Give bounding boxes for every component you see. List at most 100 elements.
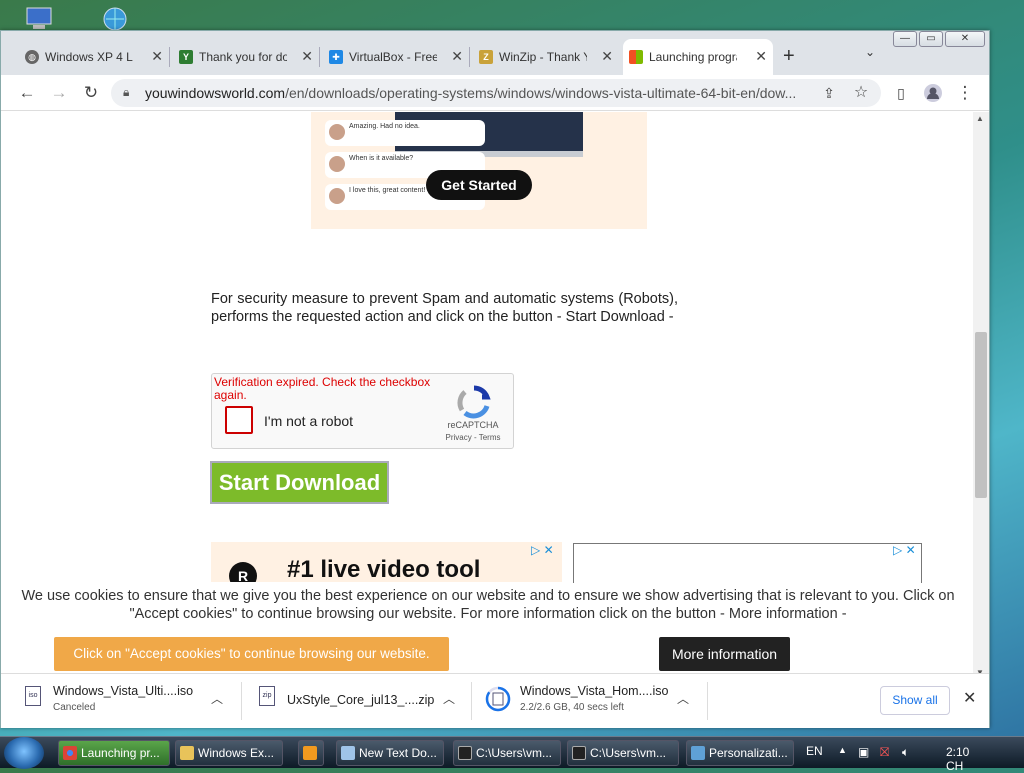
back-arrow-icon[interactable]: ← bbox=[15, 81, 39, 105]
side-panel-icon[interactable]: ▯ bbox=[889, 81, 913, 105]
ad-banner-bottom-left[interactable]: R #1 live video tool bbox=[211, 542, 562, 582]
download-item[interactable]: iso Windows_Vista_Ulti....iso Canceled ︿ bbox=[25, 674, 241, 729]
captcha-error: Verification expired. Check the checkbox… bbox=[214, 375, 431, 402]
lock-icon[interactable]: 🔒︎ bbox=[123, 85, 129, 100]
close-window-button[interactable]: ✕ bbox=[945, 31, 985, 47]
ad-banner-top[interactable]: Amazing. Had no idea. When is it availab… bbox=[311, 112, 647, 229]
tab-strip: ◍ Windows XP 4 Life ✕ Y Thank you for do… bbox=[1, 31, 989, 75]
divider bbox=[471, 682, 472, 720]
download-item[interactable]: Windows_Vista_Hom....iso 2.2/2.6 GB, 40 … bbox=[485, 674, 703, 729]
new-tab-button[interactable]: + bbox=[783, 45, 795, 68]
tab-separator bbox=[319, 47, 320, 67]
language-indicator[interactable]: EN bbox=[806, 744, 823, 758]
toolbar: ← → ↻ 🔒︎ youwindowsworld.com/en/download… bbox=[1, 75, 989, 111]
vertical-scrollbar[interactable]: ▲ ▼ bbox=[973, 112, 989, 678]
browser-window: ◍ Windows XP 4 Life ✕ Y Thank you for do… bbox=[0, 30, 990, 728]
close-shelf-icon[interactable]: ✕ bbox=[963, 688, 976, 708]
adchoices-icon[interactable]: ▷ ✕ bbox=[893, 543, 916, 557]
tray-expand-icon[interactable]: ▲ bbox=[838, 745, 847, 755]
tab-virtualbox[interactable]: ✚ VirtualBox - Free ✕ bbox=[323, 39, 469, 75]
avatar bbox=[329, 124, 345, 140]
download-item[interactable]: zip UxStyle_Core_jul13_....zip ︿ bbox=[259, 674, 469, 729]
network-desktop-icon[interactable] bbox=[100, 6, 130, 32]
profile-avatar-icon[interactable] bbox=[921, 81, 945, 105]
recaptcha-widget: Verification expired. Check the checkbox… bbox=[211, 373, 514, 449]
winzip-icon: Z bbox=[479, 50, 493, 64]
menu-kebab-icon[interactable]: ⋮ bbox=[953, 81, 977, 105]
tab-windows-xp[interactable]: ◍ Windows XP 4 Life ✕ bbox=[19, 39, 169, 75]
recaptcha-brand: reCAPTCHA bbox=[447, 420, 499, 430]
tab-search-chevron-icon[interactable]: ⌄ bbox=[865, 45, 875, 59]
ad-headline: #1 live video tool bbox=[287, 556, 481, 582]
close-tab-icon[interactable]: ✕ bbox=[451, 48, 463, 65]
taskbar-item-chrome[interactable]: Launching pr... bbox=[58, 740, 170, 766]
divider bbox=[707, 682, 708, 720]
accept-cookies-button[interactable]: Click on "Accept cookies" to continue br… bbox=[54, 637, 449, 671]
iso-file-icon: iso bbox=[25, 686, 41, 706]
page-content: Amazing. Had no idea. When is it availab… bbox=[1, 112, 973, 678]
globe-icon: ◍ bbox=[25, 50, 39, 64]
network-icon[interactable]: ▣ bbox=[858, 745, 869, 759]
7zip-icon bbox=[458, 746, 472, 760]
more-information-button[interactable]: More information bbox=[659, 637, 790, 671]
clock[interactable]: 2:10 CH bbox=[946, 745, 969, 773]
start-button[interactable] bbox=[4, 737, 44, 769]
chevron-up-icon[interactable]: ︿ bbox=[211, 690, 223, 707]
comment-bubble: Amazing. Had no idea. bbox=[325, 120, 485, 146]
computer-desktop-icon[interactable] bbox=[24, 6, 54, 32]
security-alert-icon[interactable]: ⛝ bbox=[880, 745, 889, 760]
start-download-button[interactable]: Start Download bbox=[210, 461, 389, 504]
taskbar-item-notepad[interactable]: New Text Do... bbox=[336, 740, 444, 766]
get-started-button[interactable]: Get Started bbox=[426, 170, 532, 200]
media-player-icon bbox=[303, 746, 317, 760]
taskbar-item-explorer[interactable]: Windows Ex... bbox=[175, 740, 283, 766]
scroll-up-icon[interactable]: ▲ bbox=[976, 114, 984, 123]
security-notice: For security measure to prevent Spam and… bbox=[211, 291, 678, 325]
close-tab-icon[interactable]: ✕ bbox=[755, 48, 767, 65]
ad-logo: R bbox=[229, 562, 257, 582]
maximize-button[interactable]: ▭ bbox=[919, 31, 943, 47]
virtualbox-icon: ✚ bbox=[329, 50, 343, 64]
avatar bbox=[329, 156, 345, 172]
adchoices-icon[interactable]: ▷ ✕ bbox=[531, 543, 554, 557]
url-text[interactable]: youwindowsworld.com/en/downloads/operati… bbox=[145, 85, 815, 101]
taskbar-item-7zip-2[interactable]: C:\Users\vm... bbox=[567, 740, 679, 766]
window-controls: — ▭ ✕ bbox=[893, 31, 985, 49]
ad-banner-bottom-right[interactable] bbox=[573, 543, 922, 583]
chevron-up-icon[interactable]: ︿ bbox=[677, 690, 689, 707]
tab-separator bbox=[469, 47, 470, 67]
taskbar-item-media[interactable] bbox=[298, 740, 324, 766]
privacy-terms-links[interactable]: Privacy - Terms bbox=[438, 433, 508, 442]
taskbar-item-personalization[interactable]: Personalizati... bbox=[686, 740, 794, 766]
close-tab-icon[interactable]: ✕ bbox=[301, 48, 313, 65]
y-icon: Y bbox=[179, 50, 193, 64]
cookie-message: We use cookies to ensure that we give yo… bbox=[21, 588, 955, 622]
tab-thank-you[interactable]: Y Thank you for downloading ✕ bbox=[173, 39, 319, 75]
taskbar: Launching pr... Windows Ex... New Text D… bbox=[0, 736, 1024, 773]
download-progress-ring bbox=[485, 686, 511, 712]
cookie-banner: We use cookies to ensure that we give yo… bbox=[1, 584, 973, 678]
divider bbox=[241, 682, 242, 720]
chrome-icon bbox=[63, 746, 77, 760]
personalization-icon bbox=[691, 746, 705, 760]
minimize-button[interactable]: — bbox=[893, 31, 917, 47]
volume-icon[interactable]: 🔈︎ bbox=[902, 745, 909, 760]
show-all-button[interactable]: Show all bbox=[880, 686, 950, 715]
tab-winzip[interactable]: Z WinZip - Thank You ✕ bbox=[473, 39, 619, 75]
chevron-up-icon[interactable]: ︿ bbox=[443, 690, 455, 707]
reload-icon[interactable]: ↻ bbox=[79, 81, 103, 105]
close-tab-icon[interactable]: ✕ bbox=[151, 48, 163, 65]
recaptcha-logo-icon bbox=[457, 385, 491, 419]
taskbar-item-7zip-1[interactable]: C:\Users\vm... bbox=[453, 740, 561, 766]
captcha-checkbox[interactable] bbox=[225, 406, 253, 434]
forward-arrow-icon[interactable]: → bbox=[47, 81, 71, 105]
zip-file-icon: zip bbox=[259, 686, 275, 706]
vertical-scroll-thumb[interactable] bbox=[975, 332, 987, 498]
folder-icon bbox=[180, 746, 194, 760]
tab-launching-programs[interactable]: Launching programs ✕ bbox=[623, 39, 773, 75]
bookmark-star-icon[interactable]: ☆ bbox=[849, 81, 873, 105]
address-bar[interactable]: 🔒︎ youwindowsworld.com/en/downloads/oper… bbox=[111, 79, 881, 107]
share-icon[interactable]: ⇪ bbox=[817, 81, 841, 105]
close-tab-icon[interactable]: ✕ bbox=[601, 48, 613, 65]
tab-separator bbox=[169, 47, 170, 67]
